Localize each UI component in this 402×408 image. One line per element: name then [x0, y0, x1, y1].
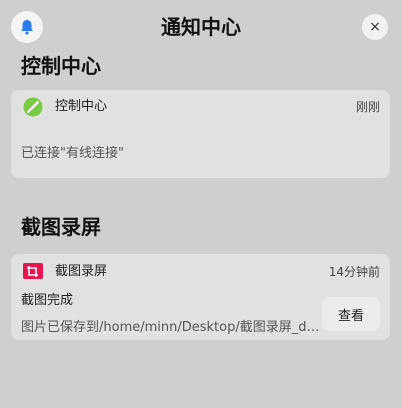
notification-card-screenshot[interactable]: 截图录屏 14分钟前 截图完成 图片已保存到/home/minn/Desktop… — [11, 254, 390, 340]
notification-time: 14分钟前 — [328, 265, 380, 279]
control-center-icon — [23, 97, 43, 117]
notification-app-row: 控制中心 刚刚 — [11, 90, 390, 124]
section-title-control-center: 控制中心 — [21, 54, 101, 78]
app-name: 控制中心 — [55, 99, 108, 114]
page-title: 通知中心 — [161, 15, 241, 39]
notification-time: 刚刚 — [355, 100, 380, 114]
notification-title: 截图完成 — [21, 293, 74, 308]
notification-card-control-center[interactable]: 控制中心 刚刚 已连接"有线连接" — [11, 90, 390, 178]
screenshot-icon — [23, 263, 43, 279]
section-title-screenshot: 截图录屏 — [21, 215, 101, 239]
close-icon: × — [369, 19, 381, 35]
notification-app-row: 截图录屏 14分钟前 — [11, 254, 390, 288]
notification-body: 图片已保存到/home/minn/Desktop/截图录屏_d… — [21, 320, 320, 335]
view-button[interactable]: 查看 — [322, 297, 380, 331]
close-button[interactable]: × — [362, 14, 388, 40]
notification-center-header: 通知中心 × — [0, 0, 402, 56]
app-name: 截图录屏 — [55, 264, 108, 279]
notification-body: 已连接"有线连接" — [21, 146, 124, 161]
